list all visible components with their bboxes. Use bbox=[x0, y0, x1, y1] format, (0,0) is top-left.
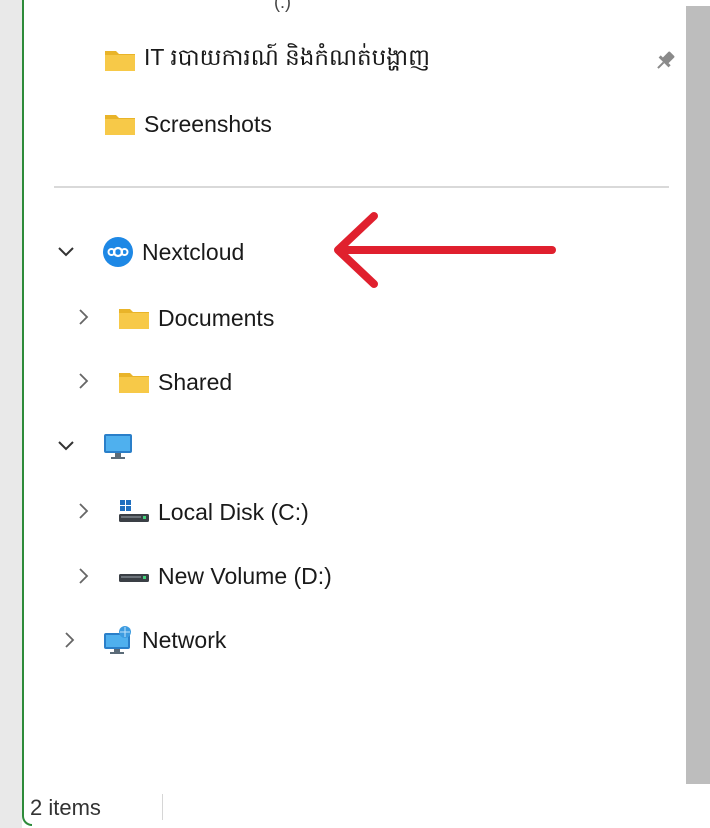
nav-item-this-pc[interactable] bbox=[102, 426, 142, 466]
nav-item-label: Local Disk (C:) bbox=[158, 498, 309, 525]
section-divider bbox=[54, 186, 669, 188]
nav-item-nextcloud[interactable]: Nextcloud bbox=[102, 232, 244, 272]
chevron-right-icon[interactable] bbox=[60, 630, 80, 650]
folder-icon bbox=[119, 309, 149, 329]
nav-item-label: Documents bbox=[158, 304, 275, 331]
chevron-down-icon[interactable] bbox=[56, 436, 76, 456]
folder-icon bbox=[105, 115, 135, 135]
nav-item-network[interactable]: Network bbox=[102, 620, 226, 660]
nav-item-label: Network bbox=[142, 626, 227, 653]
monitor-icon bbox=[104, 434, 132, 459]
vertical-scrollbar[interactable] bbox=[686, 6, 710, 784]
left-window-strip bbox=[0, 0, 22, 828]
chevron-right-icon[interactable] bbox=[74, 307, 94, 327]
drive-icon bbox=[119, 500, 149, 522]
folder-icon bbox=[105, 51, 135, 71]
status-separator bbox=[162, 794, 163, 820]
nav-item-label: New Volume (D:) bbox=[158, 562, 332, 589]
nav-item-new-volume-d[interactable]: New Volume (D:) bbox=[118, 556, 332, 596]
network-icon bbox=[104, 626, 131, 654]
chevron-right-icon[interactable] bbox=[74, 566, 94, 586]
nav-item-local-disk-c[interactable]: Local Disk (C:) bbox=[118, 492, 309, 532]
nav-item-documents[interactable]: Documents bbox=[118, 298, 274, 338]
pin-icon[interactable] bbox=[652, 48, 678, 74]
chevron-right-icon[interactable] bbox=[74, 501, 94, 521]
status-bar: 2 items bbox=[30, 788, 101, 828]
drive-icon bbox=[119, 574, 149, 582]
nav-item-shared[interactable]: Shared bbox=[118, 362, 232, 402]
nav-item-label: Nextcloud bbox=[142, 238, 245, 265]
folder-icon bbox=[119, 373, 149, 393]
nav-item-label: Shared bbox=[158, 368, 233, 395]
nav-item-screenshots[interactable]: Screenshots bbox=[104, 104, 272, 144]
nextcloud-icon bbox=[103, 237, 133, 267]
chevron-right-icon[interactable] bbox=[74, 371, 94, 391]
nav-item-it-reports[interactable]: IT របាយការណ៍ និងកំណត់បង្ហាញ bbox=[104, 40, 430, 80]
navigation-pane: (:) IT របាយការណ៍ និងកំណត់បង្ហាញ Screensh… bbox=[34, 0, 686, 828]
item-count: 2 items bbox=[30, 795, 101, 820]
chevron-down-icon[interactable] bbox=[56, 242, 76, 262]
partially-visible-item-label: (:) bbox=[274, 0, 291, 12]
window-focus-border bbox=[22, 0, 32, 826]
nav-item-label: Screenshots bbox=[144, 110, 272, 137]
red-arrow-annotation bbox=[334, 212, 556, 288]
nav-item-label: IT របាយការណ៍ និងកំណត់បង្ហាញ bbox=[144, 43, 431, 70]
